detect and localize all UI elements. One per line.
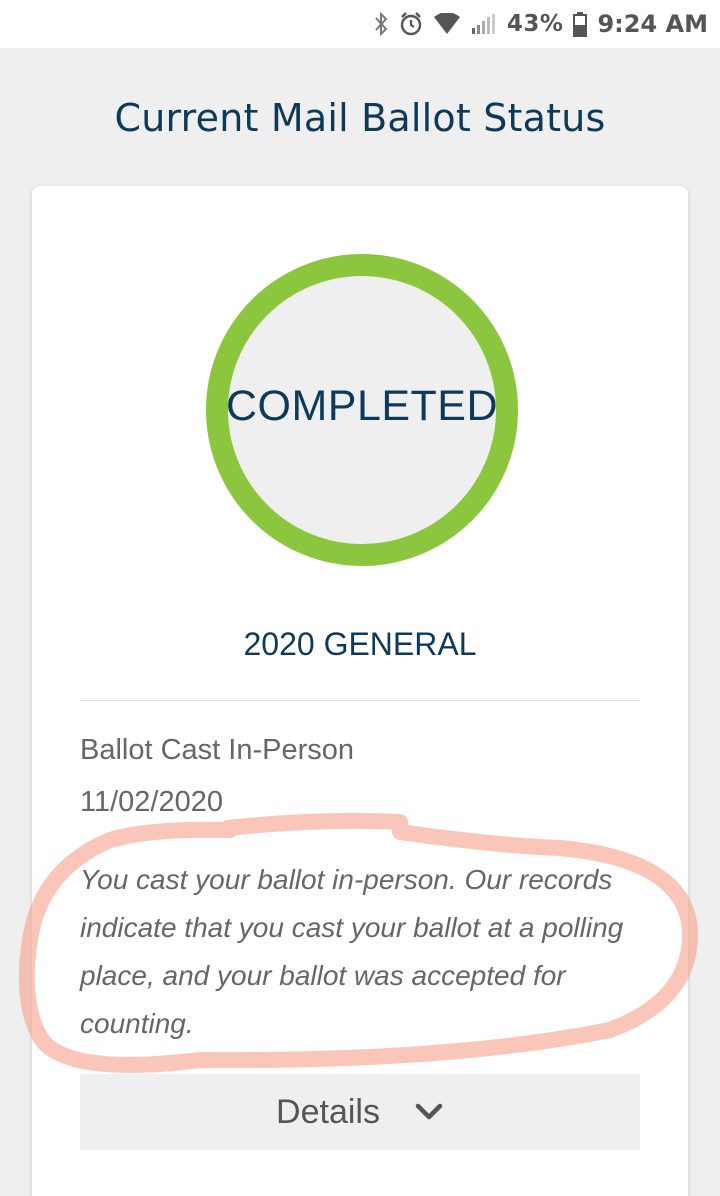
battery-percent: 43%: [506, 11, 564, 37]
divider: [80, 700, 640, 701]
ballot-status-description: You cast your ballot in-person. Our reco…: [80, 864, 624, 1039]
clock: 9:24 AM: [597, 10, 708, 38]
chevron-down-icon: [414, 1102, 444, 1122]
wifi-icon: [433, 13, 461, 35]
election-name: 2020 GENERAL: [243, 626, 477, 662]
bluetooth-icon: [373, 11, 389, 37]
ballot-status: COMPLETED: [225, 382, 499, 430]
signal-icon: [471, 13, 497, 35]
ballot-status-label: Ballot Cast In-Person: [80, 734, 355, 766]
battery-icon: [573, 11, 588, 37]
status-bar: 43% 9:24 AM: [0, 0, 720, 48]
ballot-status-card: COMPLETED 2020 GENERAL Ballot Cast In-Pe…: [32, 186, 688, 1196]
page-title: Current Mail Ballot Status: [114, 96, 606, 140]
alarm-icon: [399, 11, 423, 37]
details-button[interactable]: Details: [80, 1074, 640, 1150]
details-label: Details: [276, 1092, 380, 1131]
ballot-status-date: 11/02/2020: [80, 786, 223, 818]
